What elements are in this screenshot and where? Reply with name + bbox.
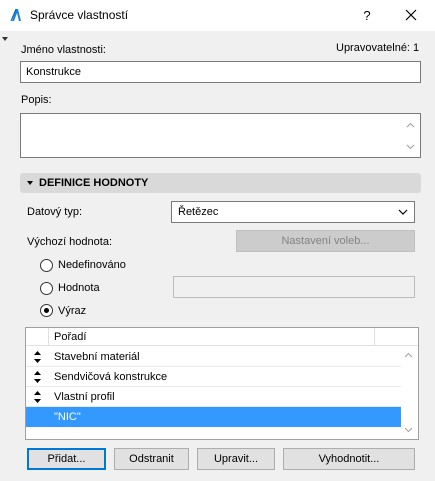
value-definition-section-header[interactable]: DEFINICE HODNOTY <box>20 173 421 193</box>
list-header-divider <box>374 328 375 346</box>
radio-expression-label: Výraz <box>58 305 87 317</box>
collapse-arrow-icon[interactable] <box>2 37 8 41</box>
edit-button[interactable]: Upravit... <box>197 448 275 470</box>
description-textarea[interactable] <box>20 113 421 158</box>
radio-value-label: Hodnota <box>58 282 100 294</box>
list-item-label: Vlastní profil <box>54 391 115 403</box>
list-item[interactable]: Sendvičová konstrukce <box>26 367 401 387</box>
radio-value[interactable] <box>40 282 53 295</box>
list-header-handle-column <box>26 328 49 346</box>
list-header: Pořadí <box>26 328 418 346</box>
data-type-value: Řetězec <box>178 206 219 218</box>
list-item-label: Sendvičová konstrukce <box>54 371 168 383</box>
drag-handle-icon[interactable] <box>34 351 41 363</box>
chevron-down-icon <box>398 209 408 215</box>
list-item[interactable]: Stavební materiál <box>26 347 401 367</box>
help-button[interactable]: ? <box>356 0 378 31</box>
property-name-label: Jméno vlastnosti: <box>21 44 106 56</box>
scroll-up-icon[interactable] <box>404 352 413 358</box>
scroll-down-icon[interactable] <box>404 427 413 433</box>
property-name-input[interactable]: Konstrukce <box>20 61 421 83</box>
evaluate-button[interactable]: Vyhodnotit... <box>283 448 415 470</box>
list-item-label: "NIC" <box>54 411 81 423</box>
radio-undefined-label: Nedefinováno <box>58 259 126 271</box>
property-name-value: Konstrukce <box>26 66 82 78</box>
add-button[interactable]: Přidat... <box>27 448 106 470</box>
remove-button[interactable]: Odstranit <box>114 448 189 470</box>
scroll-down-icon[interactable] <box>406 144 415 150</box>
options-settings-button[interactable]: Nastavení voleb... <box>236 230 415 252</box>
radio-undefined[interactable] <box>40 259 53 272</box>
radio-expression[interactable] <box>40 304 53 317</box>
data-type-label: Datový typ: <box>27 206 83 218</box>
scroll-up-icon[interactable] <box>406 122 415 128</box>
value-input <box>173 276 415 298</box>
editable-count-label: Upravovatelné: 1 <box>336 42 420 54</box>
section-title: DEFINICE HODNOTY <box>39 177 149 189</box>
drag-handle-icon[interactable] <box>34 391 41 403</box>
close-button[interactable] <box>396 0 426 31</box>
description-label: Popis: <box>21 94 52 106</box>
order-list[interactable]: Pořadí Stavební materiál Sendvičová kons… <box>25 327 419 440</box>
data-type-dropdown[interactable]: Řetězec <box>171 201 415 223</box>
close-icon <box>405 9 417 21</box>
list-item-selected[interactable]: "NIC" <box>26 407 401 427</box>
list-item[interactable]: Vlastní profil <box>26 387 401 407</box>
drag-handle-icon[interactable] <box>34 371 41 383</box>
section-expand-icon <box>27 181 33 185</box>
window-title: Správce vlastností <box>30 8 129 22</box>
title-bar: Správce vlastností ? <box>0 0 435 31</box>
list-header-order: Pořadí <box>54 331 87 343</box>
list-item-label: Stavební materiál <box>54 351 140 363</box>
default-value-label: Výchozí hodnota: <box>27 236 113 248</box>
archicad-app-icon <box>10 8 21 22</box>
